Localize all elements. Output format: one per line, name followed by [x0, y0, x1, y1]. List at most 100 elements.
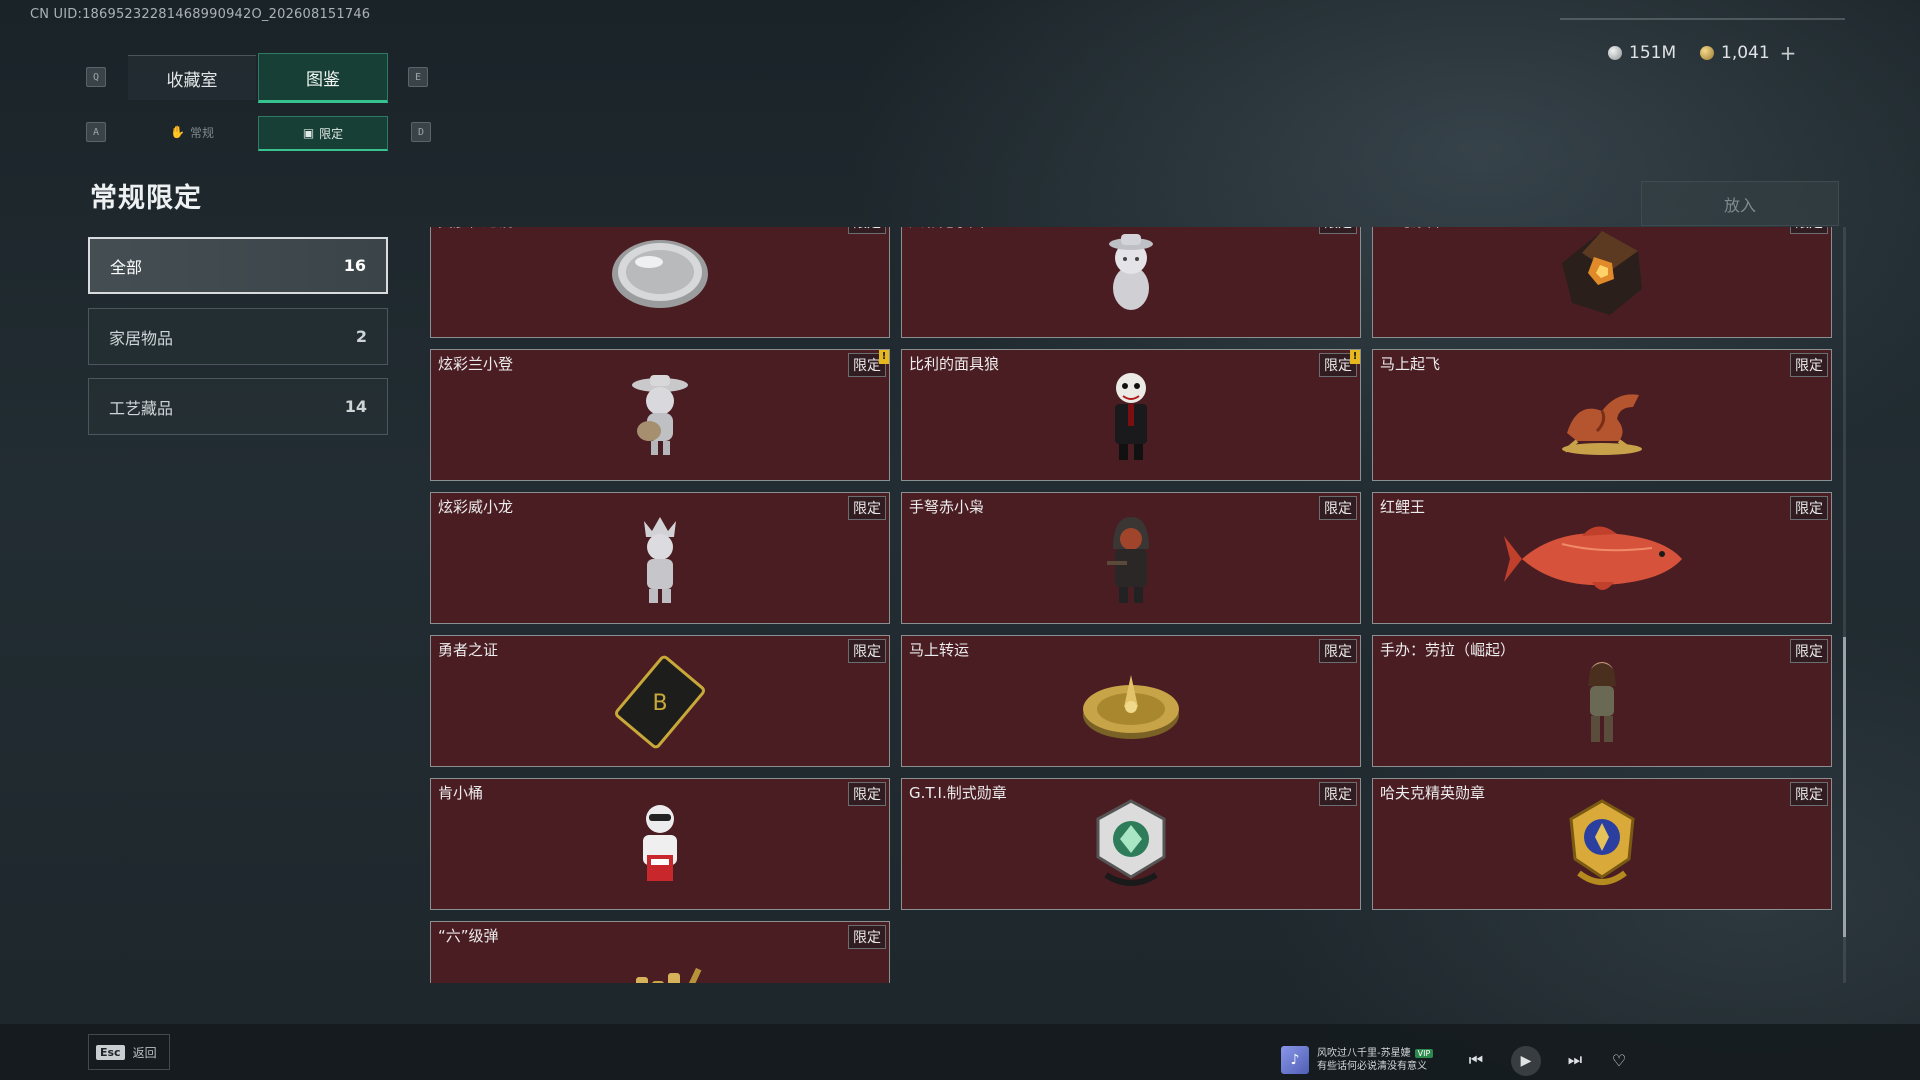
put-in-button[interactable]: 放入 — [1641, 181, 1839, 226]
subtab-regular-label: 常规 — [189, 125, 214, 140]
filter-count: 2 — [355, 327, 367, 346]
play-icon[interactable]: ▶ — [1511, 1046, 1541, 1076]
card-name: G.T.I.制式勋章 — [909, 784, 1007, 802]
collection-card[interactable]: 手办：劳拉（崛起） 限定 — [1372, 635, 1832, 767]
collection-card[interactable]: 马上起飞 限定 — [1372, 349, 1832, 481]
limited-tag: 限定 — [1790, 782, 1828, 806]
tab-codex[interactable]: 图鉴 — [258, 53, 388, 103]
scroll-thumb[interactable] — [1843, 637, 1846, 937]
filter-home-items[interactable]: 家居物品 2 — [88, 308, 388, 365]
next-tab-key[interactable]: E — [408, 67, 428, 87]
collection-card[interactable]: 炫彩兰小登 限定! — [430, 349, 890, 481]
vip-badge: VIP — [1414, 1049, 1434, 1058]
carp-icon — [1502, 514, 1702, 608]
card-name: 炫彩兰小登 — [438, 355, 514, 373]
new-item-badge: ! — [879, 350, 889, 364]
limited-tag: 限定 — [1790, 227, 1828, 234]
hooded-icon — [1101, 509, 1161, 613]
heart-icon[interactable]: ♡ — [1605, 1046, 1633, 1074]
card-name: 炫彩兔小圈 — [909, 227, 984, 231]
silver-amount: 151M — [1629, 43, 1677, 63]
silver-currency: 151M — [1608, 42, 1676, 64]
limited-tag: 限定 — [848, 925, 886, 949]
filter-label: 工艺藏品 — [109, 398, 174, 418]
prev-subtab-key[interactable]: A — [86, 122, 106, 142]
subtab-limited[interactable]: ▣ 限定 — [258, 116, 388, 151]
gti-icon — [1086, 795, 1176, 899]
collection-card[interactable]: 比利的面具狼 限定! — [901, 349, 1361, 481]
card-name: 勇者之证 — [438, 641, 499, 659]
card-name: 炫彩威小龙 — [438, 498, 514, 516]
subtab-limited-label: 限定 — [319, 126, 344, 141]
filter-crafts[interactable]: 工艺藏品 14 — [88, 378, 388, 435]
previous-track-icon[interactable]: ⏮ — [1462, 1046, 1490, 1074]
gold-coin-icon — [1700, 46, 1714, 60]
collection-card[interactable]: 炫彩兔小圈 限定 — [901, 227, 1361, 338]
back-label: 返回 — [132, 1045, 157, 1060]
limited-tag: 限定 — [848, 782, 886, 806]
limited-tag: 限定 — [848, 227, 886, 234]
top-decoration — [1560, 18, 1845, 20]
limited-tag: 限定 — [848, 639, 886, 663]
puppet-icon — [1101, 366, 1161, 470]
collection-grid: 美彦祖之镜限定炫彩兔小圈限定至纯源石限定炫彩兰小登限定!比利的面具狼限定!马上起… — [430, 227, 1832, 983]
card-name: 至纯源石 — [1380, 227, 1440, 231]
collection-card[interactable]: 哈夫克精英勋章 限定 — [1372, 778, 1832, 910]
add-currency-button[interactable]: + — [1780, 41, 1797, 65]
collection-card[interactable]: 马上转运 限定 — [901, 635, 1361, 767]
filter-all[interactable]: 全部 16 — [88, 237, 388, 294]
picture-icon: ▣ — [302, 126, 315, 140]
card-name: 马上转运 — [909, 641, 970, 659]
colonel-icon — [625, 795, 695, 899]
crown-icon — [630, 509, 690, 613]
card-name: 美彦祖之镜 — [438, 227, 513, 231]
bunny-icon — [1096, 228, 1166, 322]
collection-card[interactable]: 美彦祖之镜 限定 — [430, 227, 890, 338]
stone-icon — [1552, 227, 1652, 327]
limited-tag: 限定 — [1319, 639, 1357, 663]
card-name: 肯小桶 — [438, 784, 484, 802]
limited-tag: 限定 — [848, 496, 886, 520]
collection-card[interactable]: “六”级弹 限定 — [430, 921, 890, 983]
esc-key: Esc — [96, 1044, 125, 1060]
svg-text:B: B — [652, 691, 667, 716]
mirror-icon — [605, 228, 715, 322]
filter-count: 16 — [343, 256, 366, 275]
filter-label: 家居物品 — [109, 328, 174, 348]
next-subtab-key[interactable]: D — [411, 122, 431, 142]
collection-card[interactable]: 红鲤王 限定 — [1372, 492, 1832, 624]
card-name: 马上起飞 — [1380, 355, 1441, 373]
collection-grid-viewport[interactable]: 美彦祖之镜限定炫彩兔小圈限定至纯源石限定炫彩兰小登限定!比利的面具狼限定!马上起… — [430, 227, 1835, 983]
limited-tag: 限定 — [1790, 639, 1828, 663]
horse-icon — [1547, 371, 1657, 465]
silver-coin-icon — [1608, 46, 1622, 60]
limited-tag: 限定 — [1790, 353, 1828, 377]
grid-scrollbar[interactable] — [1843, 227, 1846, 983]
song-title: 风吹过八千里-苏星婕 — [1317, 1048, 1411, 1059]
collection-card[interactable]: 至纯源石 限定 — [1372, 227, 1832, 338]
collection-card[interactable]: 炫彩威小龙 限定 — [430, 492, 890, 624]
limited-tag: 限定 — [1319, 227, 1357, 234]
card-name: 哈夫克精英勋章 — [1380, 784, 1486, 802]
next-track-icon[interactable]: ⏭ — [1561, 1046, 1589, 1074]
collection-card[interactable]: 肯小桶 限定 — [430, 778, 890, 910]
collection-card[interactable]: G.T.I.制式勋章 限定 — [901, 778, 1361, 910]
collection-card[interactable]: 勇者之证 限定 B — [430, 635, 890, 767]
gold-currency: 1,041 + — [1700, 41, 1797, 65]
collection-card[interactable]: 手弩赤小枭 限定 — [901, 492, 1361, 624]
limited-tag: 限定 — [1790, 496, 1828, 520]
prev-tab-key[interactable]: Q — [86, 67, 106, 87]
hand-icon: ✋ — [170, 125, 185, 139]
guitar-icon — [625, 371, 695, 465]
uid-text: CN UID:18695232281468990942O_20260815174… — [30, 7, 371, 22]
haf-icon — [1557, 795, 1647, 899]
card-icon: B — [605, 652, 715, 756]
back-button[interactable]: Esc 返回 — [88, 1034, 170, 1070]
limited-tag: 限定 — [1319, 782, 1357, 806]
subtab-regular[interactable]: ✋ 常规 — [128, 116, 256, 148]
music-player: ♪ 风吹过八千里-苏星婕 VIP 有些话何必说清没有意义 — [1281, 1046, 1434, 1074]
card-name: 红鲤王 — [1380, 498, 1426, 516]
song-lyric: 有些话何必说清没有意义 — [1317, 1061, 1427, 1072]
tab-collection-room[interactable]: 收藏室 — [128, 55, 256, 100]
new-item-badge: ! — [1350, 350, 1360, 364]
